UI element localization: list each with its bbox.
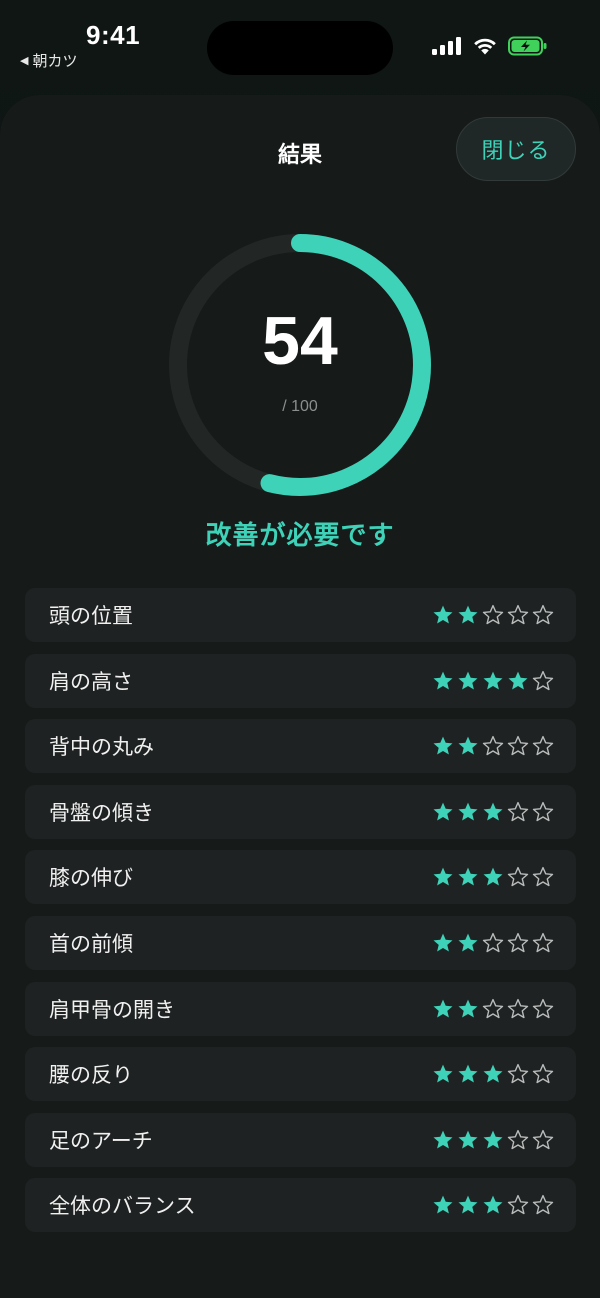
star-filled-icon <box>483 671 503 690</box>
metric-label: 肩の高さ <box>49 669 133 694</box>
star-empty-icon <box>507 932 529 953</box>
star-filled-icon <box>458 999 478 1018</box>
star-empty-icon <box>532 736 554 756</box>
star-filled-icon <box>458 1130 478 1149</box>
star-filled-icon <box>433 1130 453 1149</box>
star-filled-icon <box>483 1195 503 1214</box>
star-filled-icon <box>458 736 478 755</box>
star-filled-icon <box>433 867 453 886</box>
metric-row: 首の前傾 <box>25 915 576 970</box>
metric-row: 頭の位置 <box>25 588 576 642</box>
star-empty-icon <box>507 801 529 821</box>
star-rating <box>432 866 554 888</box>
metric-row: 腰の反り <box>25 1047 576 1102</box>
star-rating <box>432 604 554 626</box>
star-empty-icon <box>507 1064 529 1084</box>
result-screen: 9:41 ◀ 朝カツ 結果 閉じる 54 / 100 改善が必要です 頭の位置 … <box>0 0 600 1298</box>
star-empty-icon <box>507 736 529 756</box>
cellular-signal-icon <box>432 37 461 55</box>
star-empty-icon <box>532 932 554 953</box>
status-icons <box>432 36 548 56</box>
star-filled-icon <box>483 867 503 886</box>
star-filled-icon <box>433 605 453 624</box>
star-empty-icon <box>532 1064 554 1084</box>
result-sheet: 結果 閉じる 54 / 100 改善が必要です 頭の位置 肩の高さ 背中の丸み 骨盤の… <box>0 95 600 1298</box>
star-rating <box>432 1129 554 1151</box>
star-filled-icon <box>433 999 453 1018</box>
star-filled-icon <box>483 1130 503 1149</box>
star-rating <box>432 998 554 1020</box>
metric-label: 膝の伸び <box>49 866 133 891</box>
score-ring: 54 / 100 <box>160 225 440 505</box>
metric-label: 足のアーチ <box>49 1128 153 1153</box>
metric-row: 全体のバランス <box>25 1178 576 1233</box>
metric-row: 膝の伸び <box>25 850 576 905</box>
star-rating <box>432 1063 554 1085</box>
metric-row: 背中の丸み <box>25 719 576 774</box>
star-filled-icon <box>458 1064 478 1083</box>
metric-row: 肩甲骨の開き <box>25 981 576 1036</box>
star-empty-icon <box>507 998 529 1018</box>
score-max-label: / 100 <box>282 398 318 415</box>
metric-label: 背中の丸み <box>49 735 154 760</box>
score-verdict: 改善が必要です <box>205 521 395 551</box>
star-filled-icon <box>458 802 478 821</box>
star-filled-icon <box>433 1064 453 1083</box>
metric-label: 首の前傾 <box>49 931 133 956</box>
star-filled-icon <box>483 1064 503 1083</box>
metric-label: 骨盤の傾き <box>49 800 154 825</box>
star-empty-icon <box>532 998 554 1018</box>
back-triangle-icon: ◀ <box>20 54 29 67</box>
back-app-label: 朝カツ <box>32 52 78 70</box>
star-empty-icon <box>532 1195 554 1215</box>
wifi-icon <box>474 38 496 54</box>
star-filled-icon <box>433 1195 453 1214</box>
star-empty-icon <box>507 1129 529 1149</box>
star-empty-icon <box>532 801 554 821</box>
back-to-app-link[interactable]: ◀ 朝カツ <box>20 50 77 71</box>
star-filled-icon <box>433 933 453 952</box>
star-empty-icon <box>507 1195 529 1215</box>
metric-row: 肩の高さ <box>25 653 576 708</box>
star-empty-icon <box>482 998 504 1018</box>
star-empty-icon <box>507 867 529 887</box>
star-filled-icon <box>433 671 453 690</box>
metric-row: 骨盤の傾き <box>25 784 576 839</box>
metric-label: 頭の位置 <box>49 604 133 628</box>
star-empty-icon <box>482 604 504 625</box>
star-empty-icon <box>532 1129 554 1149</box>
star-rating <box>432 1194 554 1216</box>
star-empty-icon <box>507 604 529 625</box>
close-button[interactable]: 閉じる <box>456 117 576 181</box>
star-filled-icon <box>458 933 478 952</box>
metric-label: 全体のバランス <box>49 1194 196 1219</box>
star-rating <box>432 735 554 757</box>
star-rating <box>432 932 554 954</box>
star-filled-icon <box>433 736 453 755</box>
star-filled-icon <box>508 671 528 690</box>
dynamic-island <box>207 21 393 75</box>
metric-label: 腰の反り <box>49 1063 133 1088</box>
star-filled-icon <box>458 671 478 690</box>
star-rating <box>432 801 554 823</box>
star-empty-icon <box>532 604 554 625</box>
star-empty-icon <box>482 736 504 756</box>
metric-label: 肩甲骨の開き <box>49 997 175 1022</box>
star-filled-icon <box>458 867 478 886</box>
star-filled-icon <box>433 802 453 821</box>
score-value: 54 <box>262 303 338 379</box>
star-rating <box>432 670 554 692</box>
status-time: 9:41 <box>86 20 141 50</box>
status-bar: 9:41 ◀ 朝カツ <box>0 0 600 90</box>
star-empty-icon <box>482 932 504 953</box>
metric-list: 頭の位置肩の高さ背中の丸み骨盤の傾き膝の伸び首の前傾肩甲骨の開き 腰の反り足のアー… <box>25 588 576 1244</box>
star-filled-icon <box>483 802 503 821</box>
battery-charging-icon <box>508 36 547 56</box>
star-filled-icon <box>458 605 478 624</box>
star-filled-icon <box>458 1195 478 1214</box>
star-empty-icon <box>532 670 554 690</box>
metric-row: 足のアーチ <box>25 1112 576 1167</box>
star-empty-icon <box>532 867 554 887</box>
